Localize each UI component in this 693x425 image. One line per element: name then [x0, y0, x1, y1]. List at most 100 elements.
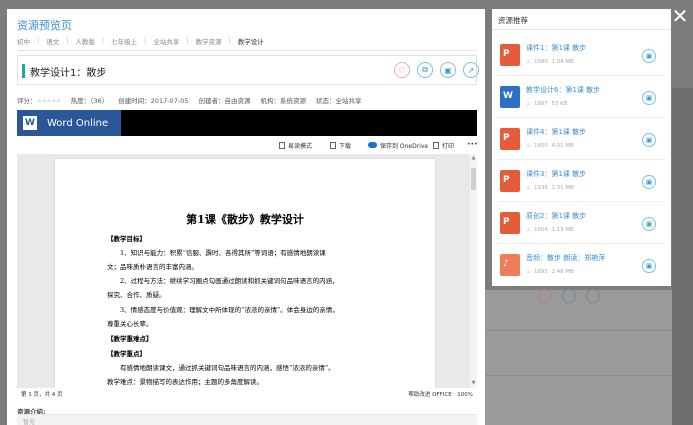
- background-divider: [485, 375, 680, 376]
- recommend-item[interactable]: W 教学设计6：第1课 散步 ♨ 1987 53 KB ▣: [498, 77, 666, 118]
- word-online-bar: W Word Online: [17, 110, 477, 136]
- fire-icon: ♨: [526, 143, 531, 149]
- recommend-item-name[interactable]: 教学设计6：第1课 散步: [526, 85, 600, 95]
- download-button[interactable]: 下载: [330, 141, 351, 150]
- recommend-item-name[interactable]: 课件3：第1课 散步: [526, 169, 586, 179]
- breadcrumb-separator: |: [66, 36, 69, 44]
- heat-count: 1987: [533, 101, 548, 107]
- word-logo-icon: W: [23, 116, 37, 130]
- doc-title: 教学设计1：散步: [30, 68, 107, 79]
- scroll-down-icon[interactable]: ▼: [471, 381, 476, 386]
- background-heart-icon: [538, 289, 552, 303]
- rating-label: 评分：★★★★★: [17, 95, 62, 105]
- doc-line: 3、情感态度与价值观：理解文中所体现的“浓浓的亲情”。体会身边的亲情，: [107, 306, 339, 314]
- rating-stars-icon[interactable]: ★★★★★: [37, 97, 62, 105]
- recommend-item[interactable]: ♪ 音频：散步 朗读：郑艳萍 ♨ 1895 2.48 MB ▣: [498, 245, 666, 285]
- title-box: 教学设计1：散步 ♡ ⧉ ▣ ↗: [17, 55, 479, 85]
- breadcrumb-item[interactable]: 全站共享: [153, 36, 179, 46]
- doc-line: 【教学重点】: [107, 350, 146, 358]
- recommend-item[interactable]: P 课件3：第1课 散步 ♨ 1938 1.31 MB ▣: [498, 161, 666, 202]
- breadcrumb-item[interactable]: 七年级上: [111, 36, 137, 46]
- heat-text: 热度：（36）: [70, 97, 109, 105]
- heart-icon: ♡: [398, 65, 406, 75]
- ppt-file-icon: P: [500, 44, 520, 66]
- breadcrumb-item[interactable]: 语文: [46, 36, 59, 46]
- heat-count: 1990: [533, 59, 548, 65]
- recommend-item[interactable]: P 原创2：第1课 散步 ♨ 1904 1.13 MB ▣: [498, 203, 666, 244]
- word-online-badge[interactable]: W Word Online: [17, 110, 121, 136]
- save-onedrive-button[interactable]: 保存到 OneDrive: [368, 141, 428, 150]
- fire-icon: ♨: [526, 59, 531, 65]
- share-icon: ↗: [467, 65, 475, 75]
- add-to-box-button[interactable]: ▣: [642, 175, 656, 189]
- document-viewer[interactable]: 第1课《散步》教学设计 【教学目标】 1、知识与能力：积累“信服、霹时、各得其所…: [17, 154, 477, 388]
- page-count: 第 1 页，共 4 页: [21, 392, 63, 398]
- recommend-item[interactable]: P 课件1：第1课 散步 ♨ 1990 1.04 MB ▣: [498, 35, 666, 76]
- heat-count: 1904: [533, 227, 548, 233]
- breadcrumb-item[interactable]: 初中: [17, 36, 30, 46]
- breadcrumb-separator: |: [101, 36, 105, 44]
- recommend-item[interactable]: P 课件4：第1课 散步 ♨ 1950 4.01 MB ▣: [498, 119, 666, 160]
- background-sidebar: [672, 88, 693, 425]
- favorite-button[interactable]: ♡: [394, 62, 410, 78]
- scroll-thumb[interactable]: [471, 168, 476, 190]
- audio-file-icon: ♪: [500, 254, 520, 276]
- print-icon: [433, 142, 439, 149]
- creator-text: 创建者：自由资源: [198, 97, 251, 105]
- ppt-file-icon: P: [500, 170, 520, 192]
- viewer-toolbar: 易读模式 下载 保存到 OneDrive 打印 •••: [17, 140, 478, 152]
- description-box: 暂无: [17, 414, 477, 425]
- print-button[interactable]: 打印: [433, 141, 454, 150]
- add-to-box-button[interactable]: ▣: [440, 62, 456, 78]
- recommend-item-meta: ♨ 1938 1.31 MB: [526, 185, 574, 191]
- breadcrumb-separator: |: [186, 36, 189, 44]
- org-text: 机构：系统资源: [260, 97, 306, 105]
- more-options-button[interactable]: •••: [467, 141, 478, 148]
- word-online-label: Word Online: [47, 117, 109, 129]
- recommend-item-meta: ♨ 1904 1.13 MB: [526, 227, 574, 233]
- add-to-box-button[interactable]: ▣: [642, 49, 656, 63]
- box-icon: ▣: [444, 65, 452, 75]
- copy-icon: ⧉: [422, 65, 428, 74]
- heat-count: 1895: [533, 269, 548, 275]
- fire-icon: ♨: [526, 101, 531, 107]
- viewer-scrollbar[interactable]: ▲ ▼: [470, 154, 477, 388]
- doc-line: 尊重关心长辈。: [107, 320, 153, 328]
- recommend-panel: 资源推荐 P 课件1：第1课 散步 ♨ 1990 1.04 MB ▣ W 教学设计…: [492, 9, 671, 286]
- breadcrumb-separator: |: [37, 36, 40, 44]
- heat-count: 1950: [533, 143, 548, 149]
- breadcrumb-separator: |: [144, 36, 147, 44]
- add-to-box-button[interactable]: ▣: [642, 133, 656, 147]
- resource-preview-modal: 资源预览页 初中 | 语文 | 人教版 | 七年级上 | 全站共享 | 教学资源 | 教学设…: [7, 9, 485, 425]
- copy-button[interactable]: ⧉: [417, 62, 433, 78]
- recommend-item-name[interactable]: 原创2：第1课 散步: [526, 211, 586, 221]
- doc-line: 1、知识与能力：积累“信服、霹时、各得其所”等词语；有感情地朗读课: [107, 249, 326, 257]
- title-accent-bar: [22, 64, 25, 78]
- viewer-statusbar: 第 1 页，共 4 页 帮助改进 OFFICE 100%: [17, 389, 477, 398]
- doc-line: 教学难点：景物描写的表达作用；主题的多角度解读。: [107, 378, 263, 386]
- breadcrumb-current: 教学设计: [237, 38, 264, 46]
- add-to-box-button[interactable]: ▣: [642, 259, 656, 273]
- recommend-item-name[interactable]: 课件1：第1课 散步: [526, 43, 586, 53]
- close-icon[interactable]: ✕: [670, 6, 690, 26]
- created-text: 创建时间：2017-07-05: [118, 97, 189, 105]
- recommend-item-meta: ♨ 1987 53 KB: [526, 101, 568, 107]
- add-to-box-button[interactable]: ▣: [642, 91, 656, 105]
- background-content: [485, 290, 680, 425]
- breadcrumb-item[interactable]: 教学资源: [196, 36, 222, 46]
- recommend-item-name[interactable]: 课件4：第1课 散步: [526, 127, 586, 137]
- add-to-box-button[interactable]: ▣: [642, 217, 656, 231]
- doc-line: 文；品味质朴语言的丰富内涵。: [107, 263, 198, 271]
- recommend-title: 资源推荐: [498, 16, 528, 25]
- share-button[interactable]: ↗: [463, 62, 479, 78]
- document-heading: 第1课《散步》教学设计: [186, 213, 304, 226]
- scroll-up-icon[interactable]: ▲: [471, 156, 476, 161]
- rating-label-text: 评分：: [17, 97, 37, 105]
- ppt-file-icon: P: [500, 212, 520, 234]
- breadcrumb-item[interactable]: 人教版: [75, 36, 95, 46]
- office-help-zoom[interactable]: 帮助改进 OFFICE 100%: [408, 390, 473, 398]
- read-mode-button[interactable]: 易读模式: [279, 141, 312, 150]
- read-mode-icon: [279, 142, 285, 149]
- recommend-item-name[interactable]: 音频：散步 朗读：郑艳萍: [526, 253, 605, 263]
- description-text: 暂无: [23, 419, 36, 425]
